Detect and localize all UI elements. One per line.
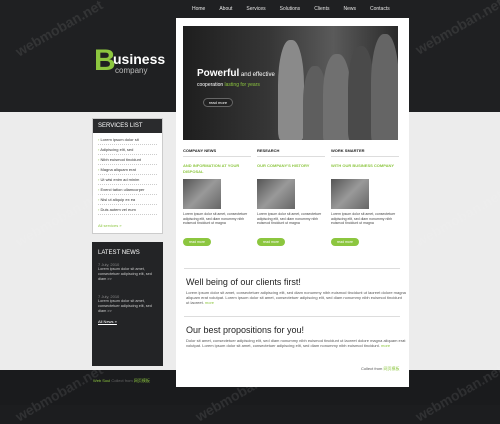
hero-subtitle: cooperation lasting for years	[197, 82, 260, 88]
person-figure	[371, 34, 398, 140]
section-text: Lorem ipsum dolor sit amet, consectetuer…	[186, 290, 406, 305]
logo-subtext: company	[115, 66, 148, 75]
nav-home[interactable]: Home	[192, 6, 205, 12]
section-body: Dolor sit amet, consectetuer adipiscing …	[186, 338, 406, 348]
hero-banner: Powerful and effective cooperation lasti…	[183, 26, 398, 140]
column-subheading: WITH OUR BUSINESS COMPANY	[331, 163, 395, 168]
footer-left-b: Collect from	[110, 378, 134, 383]
hero-title-bold: Powerful	[197, 68, 240, 79]
services-list: Lorem ipsum dolor sit Adipiscing elit, s…	[93, 133, 162, 217]
nav-solutions[interactable]: Solutions	[280, 6, 301, 12]
more-link[interactable]: more	[381, 343, 390, 348]
person-figure	[278, 40, 304, 140]
services-item[interactable]: Exerci tation ullamcorper	[98, 185, 157, 195]
column-text: Lorem ipsum dolor sit amet, consectetuer…	[183, 212, 248, 225]
column-subheading: AND INFORMATION AT YOUR DISPOSAL	[183, 163, 240, 174]
section-text: Dolor sit amet, consectetuer adipiscing …	[186, 338, 406, 348]
feature-columns: COMPANY NEWS AND INFORMATION AT YOUR DIS…	[183, 148, 403, 260]
column-image	[183, 179, 221, 209]
news-item: 7 July, 2010 Lorem ipsum dolor sit amet,…	[92, 292, 163, 316]
column-image	[257, 179, 295, 209]
services-item[interactable]: Adipiscing elit, sed	[98, 145, 157, 155]
propositions-section: Our best propositions for you! Dolor sit…	[186, 325, 406, 348]
read-more-button[interactable]: read more	[257, 238, 285, 246]
logo[interactable]: B usiness company	[94, 46, 174, 80]
main-nav: Home About Services Solutions Clients Ne…	[192, 6, 404, 12]
news-text[interactable]: Lorem ipsum dolor sit amet, consectetuer…	[98, 299, 157, 314]
services-item[interactable]: Lorem ipsum dolor sit	[98, 135, 157, 145]
column-image	[331, 179, 369, 209]
section-title: Well being of our clients first!	[186, 277, 301, 287]
news-item: 7 July, 2010 Lorem ipsum dolor sit amet,…	[92, 260, 163, 284]
footer-left-a[interactable]: Web Soul	[93, 378, 110, 383]
hero-subtitle-a: cooperation	[197, 82, 225, 88]
services-box: SERVICES LIST Lorem ipsum dolor sit Adip…	[92, 118, 163, 234]
column-heading: RESEARCH	[257, 148, 325, 157]
nav-clients[interactable]: Clients	[314, 6, 329, 12]
feature-column: RESEARCH OUR COMPANY'S HISTORY Lorem ips…	[257, 148, 325, 246]
read-more-button[interactable]: read more	[331, 238, 359, 246]
services-item[interactable]: Nisl ut aliquip ex ea	[98, 195, 157, 205]
person-figure	[323, 54, 351, 140]
more-link[interactable]: more	[205, 300, 214, 305]
divider	[184, 316, 400, 317]
footer-credit-right: Collect from 网页模板	[361, 366, 399, 372]
all-services-link[interactable]: All services »	[93, 217, 162, 231]
footer-right-b[interactable]: 网页模板	[383, 366, 399, 371]
footer-left-c[interactable]: 网页模板	[134, 378, 150, 383]
section-body: Lorem ipsum dolor sit amet, consectetuer…	[186, 290, 406, 305]
news-text[interactable]: Lorem ipsum dolor sit amet, consectetuer…	[98, 267, 157, 282]
well-being-section: Well being of our clients first! Lorem i…	[186, 277, 406, 305]
hero-read-more-button[interactable]: read more	[203, 98, 233, 107]
divider	[184, 268, 400, 269]
news-title: LATEST NEWS	[98, 250, 140, 256]
hero-title-rest: and effective	[239, 72, 275, 78]
all-news-link[interactable]: All News »	[92, 316, 163, 327]
services-item[interactable]: Magna aliquam erat	[98, 165, 157, 175]
column-subheading: OUR COMPANY'S HISTORY	[257, 163, 310, 168]
nav-services[interactable]: Services	[246, 6, 265, 12]
feature-column: WORK SMARTER WITH OUR BUSINESS COMPANY L…	[331, 148, 399, 246]
services-item[interactable]: Duis autem vel eum	[98, 205, 157, 215]
services-item[interactable]: Nibh euismod tincidunt	[98, 155, 157, 165]
nav-news[interactable]: News	[343, 6, 356, 12]
services-item[interactable]: Ut wisi enim ad minim	[98, 175, 157, 185]
column-heading: COMPANY NEWS	[183, 148, 251, 157]
feature-column: COMPANY NEWS AND INFORMATION AT YOUR DIS…	[183, 148, 251, 246]
hero-subtitle-b: lasting for years	[224, 82, 260, 88]
services-title: SERVICES LIST	[93, 119, 162, 133]
logo-text: usiness	[113, 51, 166, 67]
column-heading: WORK SMARTER	[331, 148, 399, 157]
column-text: Lorem ipsum dolor sit amet, consectetuer…	[331, 212, 396, 225]
footer-credit-left: Web Soul Collect from 网页模板	[93, 378, 150, 384]
hero-title: Powerful and effective	[197, 68, 275, 79]
column-text: Lorem ipsum dolor sit amet, consectetuer…	[257, 212, 322, 225]
section-title: Our best propositions for you!	[186, 325, 305, 335]
nav-contacts[interactable]: Contacts	[370, 6, 390, 12]
nav-about[interactable]: About	[219, 6, 232, 12]
footer-right-a: Collect from	[361, 366, 384, 371]
latest-news-box: LATEST NEWS 7 July, 2010 Lorem ipsum dol…	[92, 242, 163, 366]
read-more-button[interactable]: read more	[183, 238, 211, 246]
